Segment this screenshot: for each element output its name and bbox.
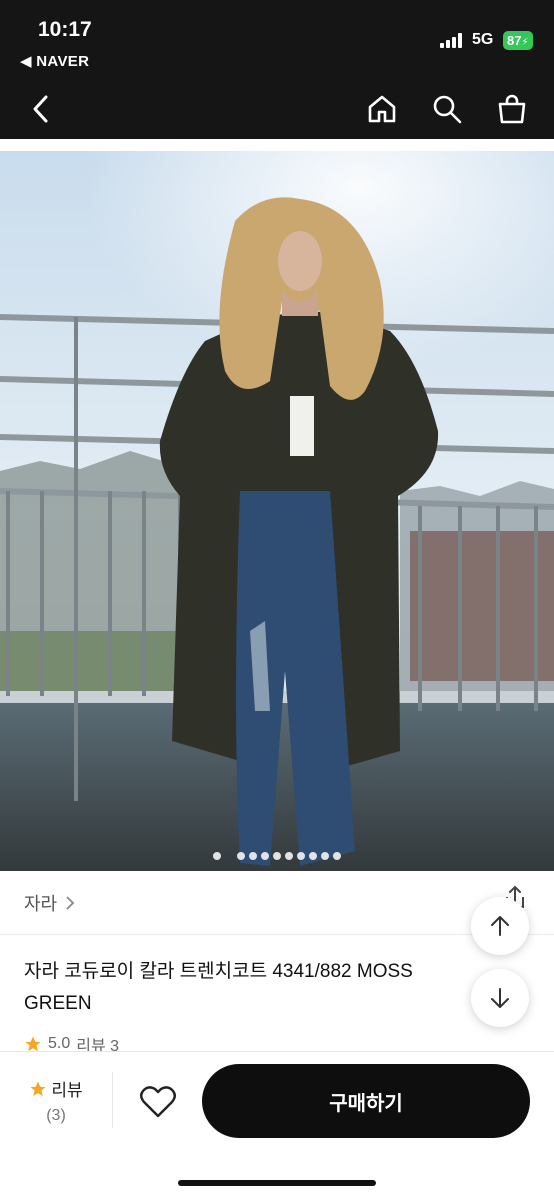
carousel-dot[interactable] xyxy=(285,851,293,860)
bottom-action-bar: 리뷰 (3) 구매하기 xyxy=(0,1051,554,1200)
divider xyxy=(112,1072,113,1128)
buy-button[interactable]: 구매하기 xyxy=(202,1064,530,1138)
review-count-text: 리뷰 3 xyxy=(76,1038,120,1052)
home-button[interactable] xyxy=(359,86,405,132)
carousel-dot[interactable] xyxy=(321,851,329,860)
product-photo xyxy=(0,151,554,871)
network-type: 5G xyxy=(472,31,494,48)
search-icon xyxy=(433,95,462,124)
top-nav-bar xyxy=(0,78,554,139)
product-image-carousel[interactable] xyxy=(0,151,554,871)
carousel-dot[interactable] xyxy=(261,851,269,860)
product-title: 자라 코듀로이 칼라 트렌치코트 4341/882 MOSS GREEN xyxy=(24,961,413,1014)
status-time: 10:17 xyxy=(38,18,92,41)
star-icon xyxy=(25,1036,41,1052)
rating-summary[interactable]: 5.0 리뷰 3 xyxy=(24,1036,119,1052)
scroll-up-button[interactable] xyxy=(471,897,529,955)
chevron-right-icon xyxy=(66,896,75,910)
carousel-dot[interactable] xyxy=(249,851,257,860)
divider xyxy=(0,934,554,935)
rating-value: 5.0 xyxy=(48,1036,71,1052)
back-to-app-link[interactable]: ◀ NAVER xyxy=(20,52,89,70)
shopping-bag-icon xyxy=(498,94,526,124)
review-button[interactable]: 리뷰 (3) xyxy=(26,1076,86,1125)
arrow-down-icon xyxy=(491,988,509,1008)
home-icon xyxy=(368,95,396,123)
scroll-down-button[interactable] xyxy=(471,969,529,1027)
carousel-indicator xyxy=(0,847,554,860)
review-label-row: 리뷰 xyxy=(26,1076,86,1101)
carousel-dot[interactable] xyxy=(333,851,341,860)
brand-name: 자라 xyxy=(24,894,58,914)
review-label: 리뷰 xyxy=(51,1081,83,1100)
star-icon xyxy=(30,1081,46,1096)
status-bar: 10:17 ◀ NAVER 5G 87⚡ xyxy=(0,0,554,78)
carousel-dot[interactable] xyxy=(309,851,317,860)
carousel-dot[interactable] xyxy=(213,851,221,860)
battery-level: 87 xyxy=(507,33,522,48)
heart-icon[interactable] xyxy=(138,1082,178,1122)
carousel-dot[interactable] xyxy=(297,851,305,860)
brand-link[interactable]: 자라 xyxy=(24,890,75,916)
arrow-up-icon xyxy=(491,916,509,936)
cellular-signal-icon xyxy=(440,33,466,48)
carousel-dot[interactable] xyxy=(273,851,281,860)
cart-button[interactable] xyxy=(489,86,535,132)
back-icon xyxy=(33,95,48,123)
search-button[interactable] xyxy=(424,86,470,132)
battery-indicator: 87⚡ xyxy=(503,31,533,50)
review-count: (3) xyxy=(46,1107,66,1124)
carousel-dot[interactable] xyxy=(237,851,245,860)
back-button[interactable] xyxy=(18,86,64,132)
home-indicator xyxy=(178,1180,376,1186)
